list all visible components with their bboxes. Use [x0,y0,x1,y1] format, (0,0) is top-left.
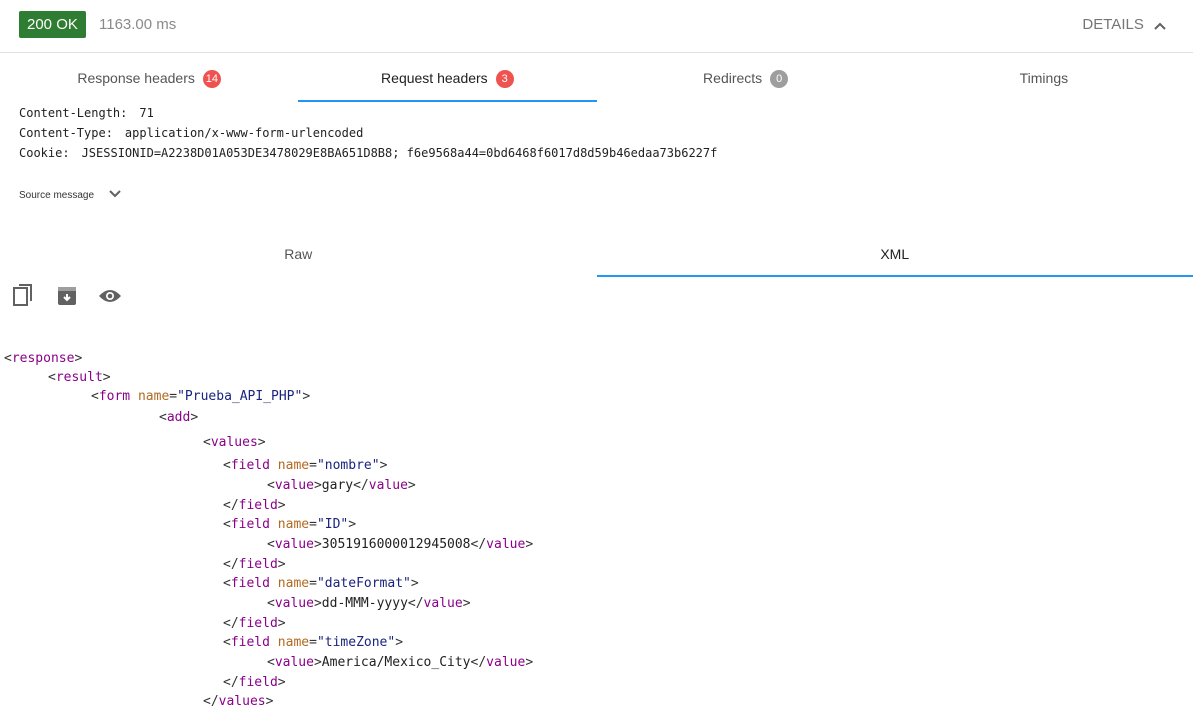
header-name: Content-Length: [19,106,127,120]
xml-attr-value: "nombre" [317,458,380,473]
xml-tag: value [486,537,525,552]
xml-line: <field name="timeZone"> [223,633,403,653]
xml-attr: name [138,389,169,404]
xml-tag: value [275,478,314,493]
header-value: JSESSIONID=A2238D01A053DE3478029E8BA651D… [82,146,718,160]
chevron-down-icon [109,190,121,201]
tab-label: Response headers [77,70,195,86]
xml-text: gary [322,478,353,493]
xml-tag: field [231,458,270,473]
xml-attr-value: "timeZone" [317,635,395,650]
xml-attr-value: "Prueba_API_PHP" [177,389,302,404]
copy-button[interactable] [12,286,36,310]
tab-raw[interactable]: Raw [0,231,597,277]
xml-text: 3051916000012945008 [322,537,471,552]
xml-line: <values> [203,433,266,453]
save-button[interactable] [55,286,79,310]
chevron-up-icon [1154,17,1166,34]
xml-tag: field [239,616,278,631]
response-time: 1163.00 ms [99,16,176,33]
count-badge: 0 [770,70,788,88]
header-name: Cookie: [19,146,70,160]
xml-line: <field name="ID"> [223,515,356,535]
preview-button[interactable] [98,286,122,310]
xml-line: </field> [223,673,286,693]
view-tabs: Raw XML [0,231,1193,277]
tab-redirects[interactable]: Redirects 0 [597,54,895,102]
tab-label: Timings [1020,70,1069,86]
xml-tag: add [167,410,190,425]
status-badge: 200 OK [19,11,86,38]
count-badge: 3 [496,70,514,88]
status-bar: 200 OK 1163.00 ms DETAILS [0,0,1193,53]
xml-tag: field [231,517,270,532]
xml-line: <value>America/Mexico_City</value> [267,653,533,673]
header-row: Cookie: JSESSIONID=A2238D01A053DE3478029E… [19,143,717,163]
xml-tag: value [275,655,314,670]
details-toggle-button[interactable]: DETAILS [1082,16,1166,34]
archive-icon [57,286,77,311]
request-headers-list: Content-Length: 71 Content-Type: applicatio… [19,103,717,163]
xml-line: </values> [203,692,273,712]
xml-tag: value [369,478,408,493]
xml-view: <response> <result> <form name="Prueba_A… [4,349,20,709]
tab-request-headers[interactable]: Request headers 3 [298,54,596,102]
xml-tag: value [424,596,463,611]
xml-line: <field name="dateFormat"> [223,574,419,594]
tab-label: Request headers [381,70,488,86]
xml-line: <value>dd-MMM-yyyy</value> [267,594,471,614]
xml-attr-value: "dateFormat" [317,576,411,591]
xml-line: <field name="nombre"> [223,456,387,476]
tab-xml[interactable]: XML [597,231,1193,277]
xml-tag: form [99,389,130,404]
tab-response-headers[interactable]: Response headers 14 [0,54,298,102]
xml-attr-value: "ID" [317,517,348,532]
xml-tag: value [275,537,314,552]
xml-line: <value>gary</value> [267,476,416,496]
xml-attr: name [278,576,309,591]
xml-line: </field> [223,496,286,516]
xml-line: <result> [48,368,111,388]
xml-line: <response> [4,349,82,369]
count-badge: 14 [203,70,221,88]
xml-tag: field [231,576,270,591]
xml-tag: field [239,498,278,513]
xml-line: </field> [223,555,286,575]
xml-attr: name [278,458,309,473]
source-message-toggle[interactable]: Source message [19,190,121,201]
xml-line: <form name="Prueba_API_PHP"> [91,387,310,407]
toolbar [12,286,141,310]
xml-tag: field [239,675,278,690]
copy-icon [13,284,35,313]
xml-tag: value [486,655,525,670]
xml-tag: field [231,635,270,650]
xml-attr: name [278,517,309,532]
xml-tag: response [12,351,75,366]
xml-tag: value [275,596,314,611]
eye-icon [98,288,122,309]
header-name: Content-Type: [19,126,113,140]
xml-text: dd-MMM-yyyy [322,596,408,611]
tab-label: Redirects [703,70,762,86]
header-tabs: Response headers 14 Request headers 3 Redi… [0,54,1193,102]
xml-line: <value>3051916000012945008</value> [267,535,533,555]
xml-text: America/Mexico_City [322,655,471,670]
xml-tag: field [239,557,278,572]
xml-tag: result [56,370,103,385]
xml-attr: name [278,635,309,650]
tab-timings[interactable]: Timings [895,54,1193,102]
xml-tag: values [211,435,258,450]
header-row: Content-Type: application/x-www-form-urle… [19,123,717,143]
xml-line: </field> [223,614,286,634]
source-message-label: Source message [19,190,94,201]
header-value: application/x-www-form-urlencoded [125,126,363,140]
header-row: Content-Length: 71 [19,103,717,123]
header-value: 71 [139,106,153,120]
xml-line: <add> [159,408,198,428]
details-label: DETAILS [1082,16,1143,33]
